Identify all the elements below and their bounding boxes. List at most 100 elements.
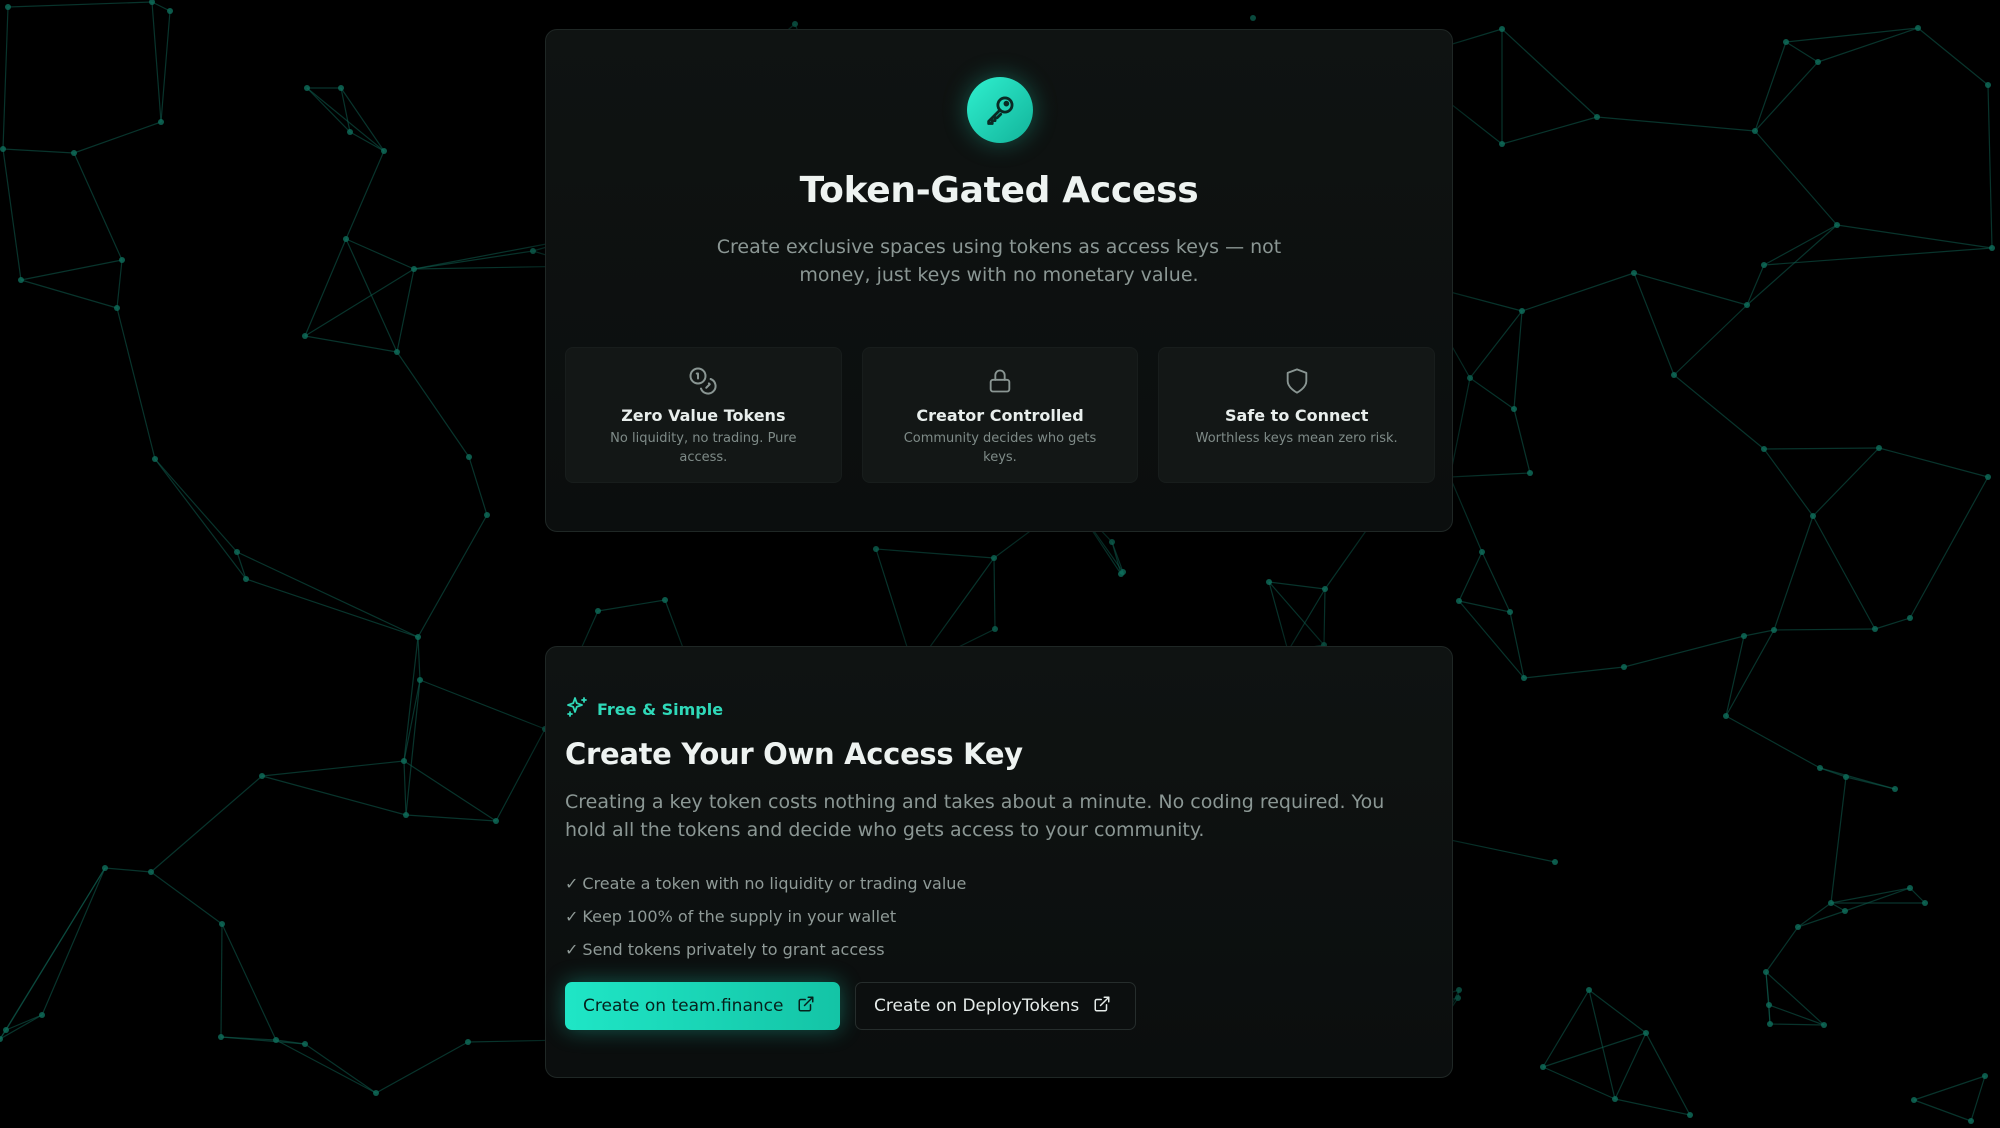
network-node: [0, 146, 6, 152]
network-line: [304, 238, 347, 337]
network-node: [1744, 302, 1750, 308]
feature-description: Community decides who gets keys.: [903, 431, 1097, 465]
network-node: [1455, 995, 1461, 1001]
network-line: [396, 268, 415, 353]
network-line: [1469, 377, 1515, 410]
network-node: [1817, 765, 1823, 771]
network-node: [5, 4, 11, 10]
network-line: [0, 1014, 43, 1040]
sparkles-icon: [565, 695, 589, 723]
network-node: [1907, 885, 1913, 891]
network-line: [1763, 447, 1880, 450]
network-node: [71, 150, 77, 156]
network-line: [375, 1041, 469, 1094]
network-line: [597, 599, 666, 612]
network-line: [261, 760, 405, 777]
network-line: [116, 259, 123, 309]
network-node: [1872, 626, 1878, 632]
network-line: [1768, 1004, 1825, 1026]
network-line: [1909, 887, 1926, 904]
network-line: [1449, 472, 1531, 478]
network-line: [1287, 588, 1326, 652]
network-line: [1673, 374, 1765, 450]
network-line: [345, 150, 385, 240]
action-buttons: Create on team.finance Create on DeployT…: [565, 982, 1136, 1030]
network-line: [1763, 247, 1993, 266]
network-line: [1614, 1032, 1647, 1100]
network-line: [306, 87, 351, 133]
network-line: [236, 551, 419, 638]
feature-card-zero-value: Zero Value Tokens No liquidity, no tradi…: [565, 347, 842, 483]
network-line: [221, 923, 277, 1041]
network-node: [302, 333, 308, 339]
network-line: [1785, 41, 1819, 63]
network-line: [73, 121, 162, 154]
network-node: [1467, 375, 1473, 381]
network-node: [1109, 539, 1115, 545]
network-line: [1773, 628, 1876, 631]
network-node: [1761, 262, 1767, 268]
create-access-key-card: Free & Simple Create Your Own Access Key…: [545, 646, 1453, 1078]
network-node: [1687, 1112, 1693, 1118]
key-icon: [967, 77, 1033, 143]
network-line: [275, 1039, 377, 1094]
network-line: [1754, 61, 1819, 132]
network-line: [304, 1043, 377, 1094]
network-line: [396, 351, 470, 458]
network-line: [1542, 1032, 1647, 1068]
network-line: [1513, 408, 1531, 474]
network-line: [1874, 617, 1911, 630]
check-icon: ✓: [565, 874, 579, 893]
network-node: [873, 546, 879, 552]
network-line: [1812, 447, 1880, 517]
network-node: [595, 608, 601, 614]
network-line: [1501, 28, 1598, 118]
network-node: [102, 865, 108, 871]
checklist-item: ✓ Create a token with no liquidity or tra…: [565, 874, 967, 893]
network-node: [1621, 664, 1627, 670]
network-line: [1913, 1099, 1972, 1122]
network-node: [152, 456, 158, 462]
network-line: [104, 867, 152, 873]
network-node: [1892, 786, 1898, 792]
network-node: [1456, 598, 1462, 604]
create-on-deploytokens-button[interactable]: Create on DeployTokens: [855, 982, 1136, 1030]
checklist-item: ✓ Send tokens privately to grant access: [565, 940, 885, 959]
network-line: [1830, 887, 1911, 904]
network-node: [1985, 474, 1991, 480]
network-node: [304, 85, 310, 91]
network-node: [1795, 924, 1801, 930]
network-line: [1458, 551, 1483, 602]
external-link-icon: [1093, 995, 1111, 1018]
network-line: [1909, 476, 1989, 619]
network-node: [218, 1034, 224, 1040]
network-node: [1771, 627, 1777, 633]
network-line: [1513, 310, 1523, 410]
network-node: [1250, 15, 1256, 21]
network-node: [1982, 1073, 1988, 1079]
network-node: [347, 129, 353, 135]
network-line: [1725, 629, 1775, 717]
feature-title: Safe to Connect: [1224, 406, 1369, 425]
network-line: [220, 923, 223, 1038]
network-line: [405, 814, 497, 822]
network-node: [1767, 1021, 1773, 1027]
network-line: [160, 10, 171, 123]
network-node: [1594, 114, 1600, 120]
network-line: [417, 514, 488, 638]
network-node: [1519, 308, 1525, 314]
network-node: [1842, 908, 1848, 914]
tag-label: Free & Simple: [597, 699, 724, 719]
network-line: [1268, 581, 1326, 590]
network-line: [150, 775, 263, 873]
network-line: [1987, 84, 1993, 249]
network-line: [1469, 310, 1523, 379]
external-link-icon: [797, 995, 815, 1018]
network-line: [20, 259, 123, 281]
network-node: [1521, 675, 1527, 681]
create-on-team-finance-button[interactable]: Create on team.finance: [565, 982, 840, 1030]
network-node: [1783, 39, 1789, 45]
network-line: [345, 238, 415, 270]
network-node: [343, 236, 349, 242]
network-line: [495, 728, 546, 822]
